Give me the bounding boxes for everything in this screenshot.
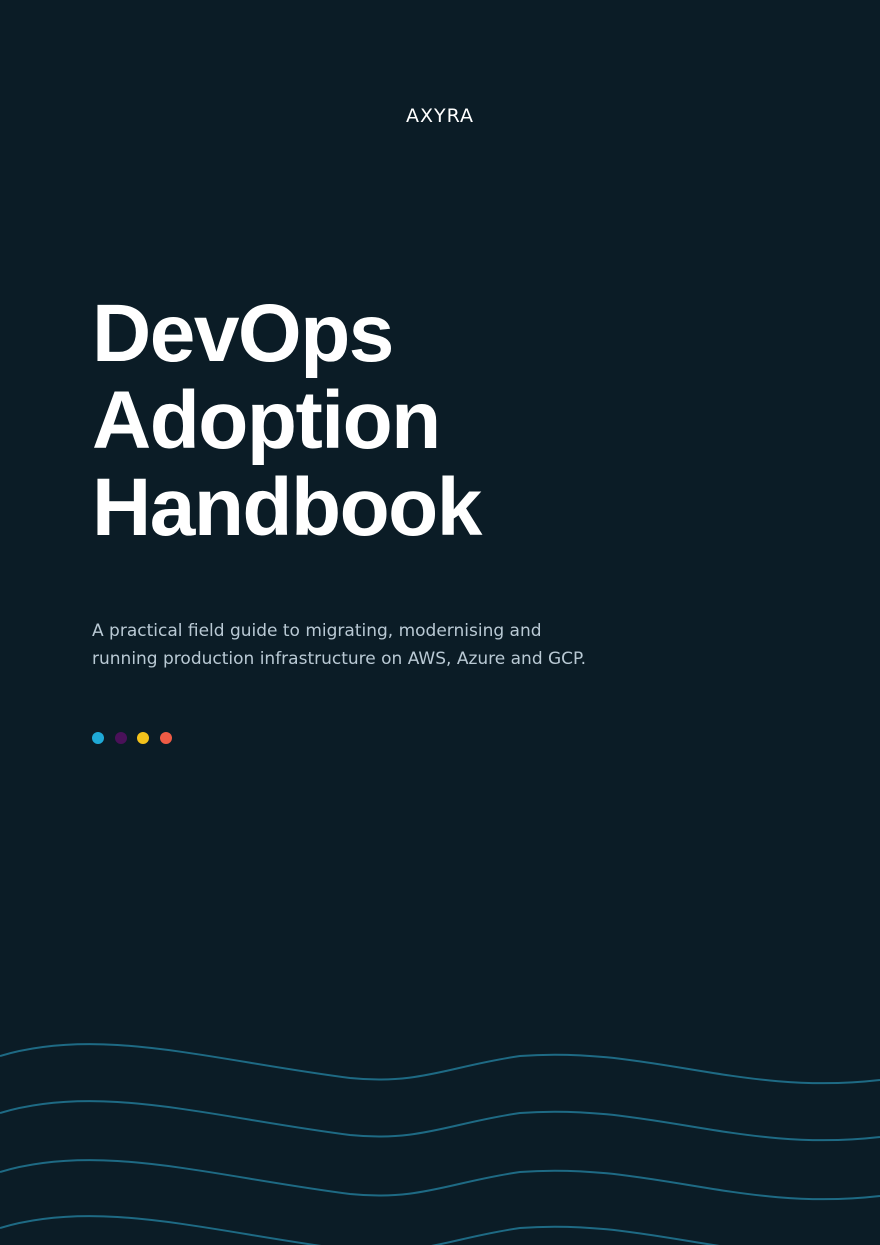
wave-line: [0, 1159, 880, 1201]
accent-dot-cyan: [92, 732, 104, 744]
wave-line: [0, 1043, 880, 1085]
title-line: Adoption: [92, 375, 441, 466]
title-line: Handbook: [92, 462, 482, 553]
accent-dot-orange: [159, 732, 172, 744]
cover-subtitle: A practical field guide to migrating, mo…: [92, 617, 652, 673]
subtitle-line: A practical field guide to migrating, mo…: [92, 621, 542, 641]
cover-page: AXYRA DevOps Adoption Handbook A practic…: [0, 0, 880, 1245]
accent-dot-yellow: [137, 732, 149, 744]
brand-logo: AXYRA: [405, 105, 475, 127]
title-line: DevOps: [92, 288, 394, 379]
accent-dot-purple: [114, 732, 127, 744]
decorative-waves: [0, 1043, 880, 1245]
accent-dots: [92, 732, 172, 744]
wave-line: [0, 1215, 720, 1245]
cover-title: DevOps Adoption Handbook: [92, 288, 482, 553]
wave-line: [0, 1100, 880, 1142]
subtitle-line: running production infrastructure on AWS…: [92, 649, 587, 669]
